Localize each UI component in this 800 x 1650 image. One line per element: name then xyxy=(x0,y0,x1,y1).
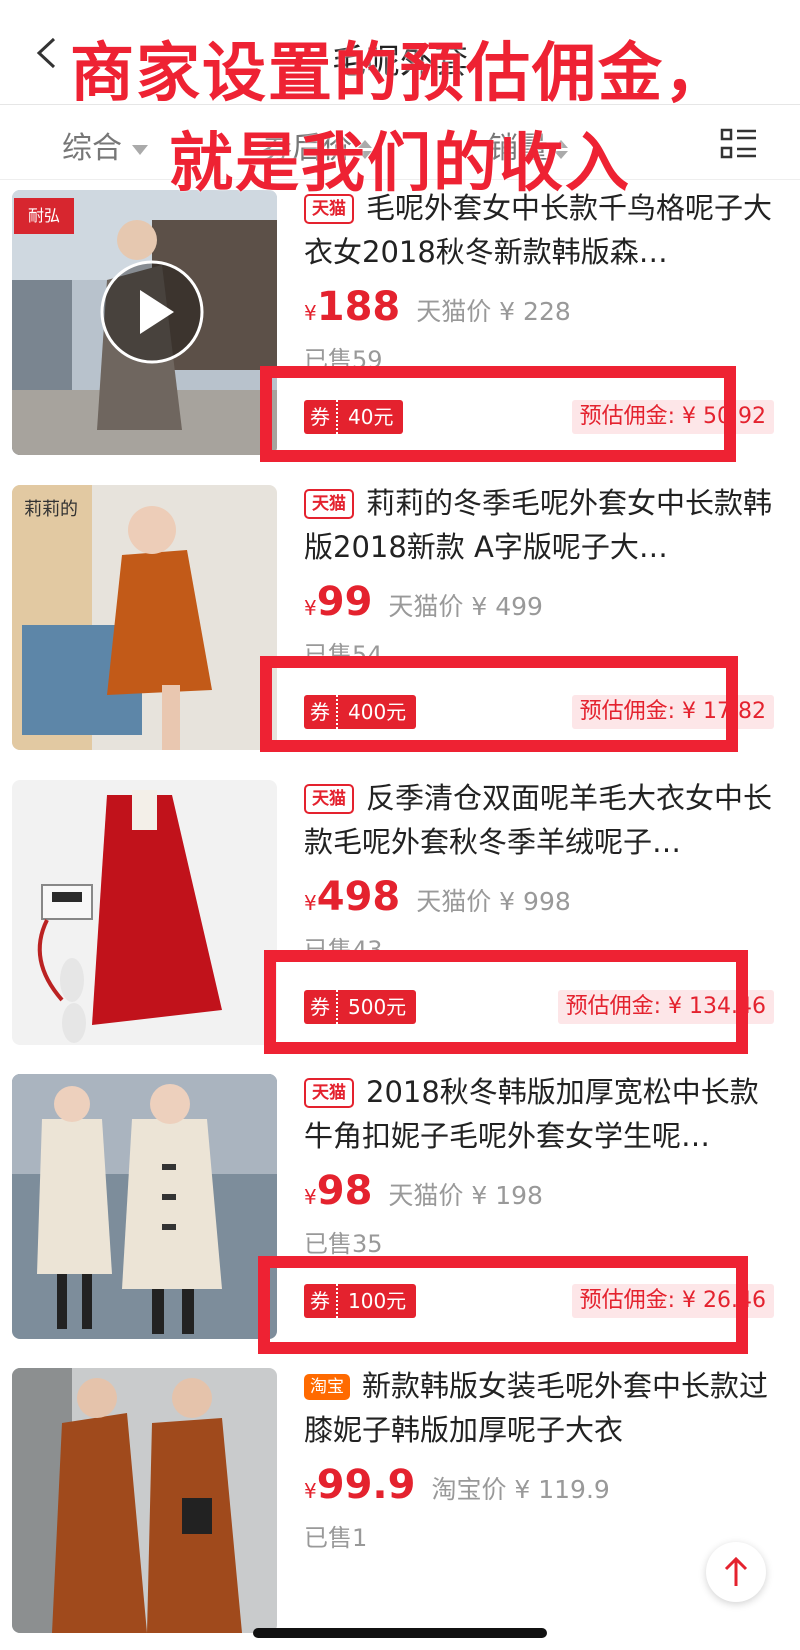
arrow-up-icon xyxy=(724,1556,748,1586)
product-item[interactable]: 淘宝 新款韩版女装毛呢外套中长款过膝妮子韩版加厚呢子大衣 ¥99.9 淘宝价 ¥ 1… xyxy=(0,1356,800,1650)
tmall-badge: 天猫 xyxy=(304,1078,354,1108)
sold-count: 已售35 xyxy=(304,1230,383,1258)
sort-tab-label: 综合 xyxy=(62,131,122,166)
product-title[interactable]: 天猫 反季清仓双面呢羊毛大衣女中长款毛呢外套秋冬季羊绒呢子… xyxy=(304,776,774,864)
page-title: 毛呢外套 xyxy=(332,42,468,82)
tmall-badge: 天猫 xyxy=(304,784,354,814)
sort-updown-icon xyxy=(554,140,568,159)
coupon-price: 98 xyxy=(316,1168,373,1214)
price-row: ¥188 天猫价 ¥ 228 xyxy=(304,284,571,330)
sold-count: 已售59 xyxy=(304,346,383,374)
home-indicator xyxy=(253,1628,547,1638)
thumb-brand: 耐弘 xyxy=(28,206,60,225)
coupon-badge[interactable]: 券 40元 xyxy=(304,400,404,434)
sort-bar: 综合 券后价 销量 xyxy=(0,105,800,180)
coupon-row: 券 100元 预估佣金: ¥ 26.46 xyxy=(304,1280,774,1324)
coupon-row: 券 500元 预估佣金: ¥ 134.46 xyxy=(304,986,774,1030)
coupon-price: 99.9 xyxy=(316,1462,416,1508)
product-title[interactable]: 天猫 毛呢外套女中长款千鸟格呢子大衣女2018秋冬新款韩版森… xyxy=(304,186,774,274)
estimated-commission: 预估佣金: ¥ 50.92 xyxy=(571,400,774,434)
sold-count: 已售54 xyxy=(304,641,383,669)
coupon-badge[interactable]: 券 500元 xyxy=(304,990,417,1024)
coupon-badge[interactable]: 券 400元 xyxy=(304,695,417,729)
coupon-badge[interactable]: 券 100元 xyxy=(304,1284,417,1318)
sort-tab-coupon-price[interactable]: 券后价 xyxy=(262,123,372,167)
sort-updown-icon xyxy=(358,140,372,159)
coupon-price: 498 xyxy=(316,874,401,920)
price-row: ¥98 天猫价 ¥ 198 xyxy=(304,1168,543,1214)
tmall-badge: 天猫 xyxy=(304,489,354,519)
price-row: ¥99 天猫价 ¥ 499 xyxy=(304,579,543,625)
coupon-price: 188 xyxy=(316,284,401,330)
product-title[interactable]: 天猫 莉莉的冬季毛呢外套女中长款韩版2018新款 A字版呢子大… xyxy=(304,481,774,569)
sold-count: 已售43 xyxy=(304,936,383,964)
price-row: ¥498 天猫价 ¥ 998 xyxy=(304,874,571,920)
original-price: 天猫价 ¥ 228 xyxy=(416,297,571,326)
estimated-commission: 预估佣金: ¥ 26.46 xyxy=(571,1284,774,1318)
product-title[interactable]: 淘宝 新款韩版女装毛呢外套中长款过膝妮子韩版加厚呢子大衣 xyxy=(304,1364,774,1452)
product-item[interactable]: 天猫 反季清仓双面呢羊毛大衣女中长款毛呢外套秋冬季羊绒呢子… ¥498 天猫价 ¥ … xyxy=(0,768,800,1078)
coupon-row: 券 400元 预估佣金: ¥ 17.82 xyxy=(304,691,774,735)
original-price: 天猫价 ¥ 198 xyxy=(388,1181,543,1210)
top-nav-bar: 毛呢外套 xyxy=(0,0,800,105)
product-image[interactable] xyxy=(12,1074,277,1339)
estimated-commission: 预估佣金: ¥ 17.82 xyxy=(571,695,774,729)
price-row: ¥99.9 淘宝价 ¥ 119.9 xyxy=(304,1462,610,1508)
coupon-price: 99 xyxy=(316,579,373,625)
taobao-badge: 淘宝 xyxy=(304,1374,350,1400)
sort-tab-label: 券后价 xyxy=(262,131,352,166)
product-item[interactable]: 莉莉的 天猫 莉莉的冬季毛呢外套女中长款韩版2018新款 A字版呢子大… ¥99 天… xyxy=(0,473,800,783)
back-to-top-button[interactable] xyxy=(706,1542,766,1602)
product-image[interactable]: 莉莉的 xyxy=(12,485,277,750)
thumb-brand: 莉莉的 xyxy=(24,499,78,520)
product-image[interactable] xyxy=(12,1368,277,1633)
product-image[interactable] xyxy=(12,780,277,1045)
product-image[interactable]: 耐弘 xyxy=(12,190,277,455)
sort-tab-default[interactable]: 综合 xyxy=(62,123,148,167)
sort-tab-label: 销量 xyxy=(488,131,548,166)
product-item[interactable]: 天猫 2018秋冬韩版加厚宽松中长款牛角扣妮子毛呢外套女学生呢… ¥98 天猫价 ¥… xyxy=(0,1062,800,1372)
estimated-commission: 预估佣金: ¥ 134.46 xyxy=(557,990,774,1024)
sold-count: 已售1 xyxy=(304,1524,368,1552)
product-title[interactable]: 天猫 2018秋冬韩版加厚宽松中长款牛角扣妮子毛呢外套女学生呢… xyxy=(304,1070,774,1158)
grid-list-icon[interactable] xyxy=(720,127,758,161)
caret-down-icon xyxy=(132,144,148,155)
coupon-row: 券 40元 预估佣金: ¥ 50.92 xyxy=(304,396,774,440)
original-price: 天猫价 ¥ 998 xyxy=(416,887,571,916)
sort-tab-sales[interactable]: 销量 xyxy=(488,123,568,167)
product-item[interactable]: 耐弘 天猫 毛呢外套女中长款千鸟格呢子大衣女2018秋冬新款韩版森… ¥188 天猫… xyxy=(0,178,800,488)
original-price: 淘宝价 ¥ 119.9 xyxy=(431,1475,610,1504)
original-price: 天猫价 ¥ 499 xyxy=(388,592,543,621)
tmall-badge: 天猫 xyxy=(304,194,354,224)
